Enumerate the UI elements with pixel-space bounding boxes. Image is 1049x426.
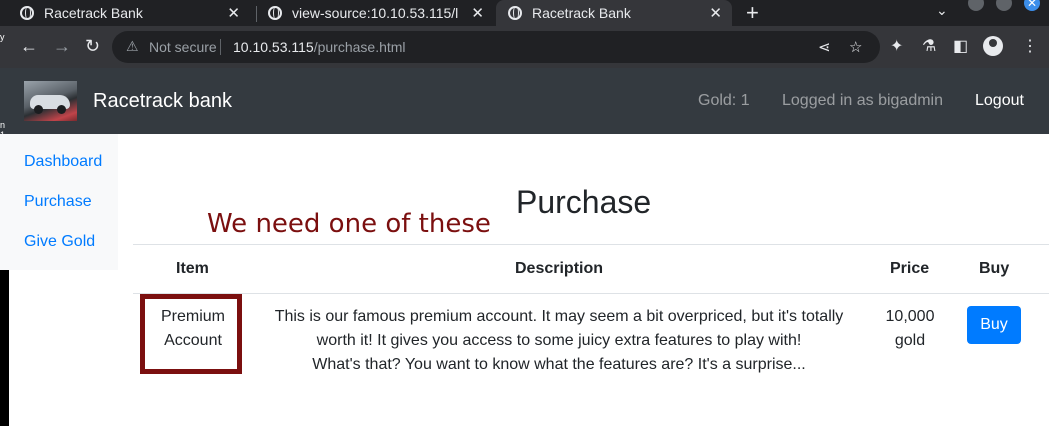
new-tab-button[interactable]: + [746, 0, 759, 26]
browser-tab-strip: Racetrack Bank ✕ view-source:10.10.53.11… [0, 0, 1049, 26]
forward-arrow-icon[interactable]: → [53, 36, 71, 57]
sidebar-item-give-gold[interactable]: Give Gold [24, 233, 95, 251]
buy-button[interactable]: Buy [967, 306, 1021, 344]
more-menu-icon[interactable]: ⋮ [1022, 36, 1038, 56]
warning-icon[interactable]: ⚠ [126, 38, 139, 55]
close-icon[interactable]: ✕ [709, 4, 722, 22]
wheel [57, 105, 66, 114]
tab-separator [256, 6, 257, 22]
close-icon[interactable]: ✕ [471, 4, 484, 22]
racecar-logo[interactable] [24, 81, 77, 121]
close-window-button[interactable]: ✕ [1024, 0, 1040, 11]
price-unit: gold [894, 332, 926, 349]
table-top-border [133, 244, 1049, 245]
sidebar-item-dashboard[interactable]: Dashboard [24, 153, 102, 171]
logout-link[interactable]: Logout [975, 92, 1024, 110]
chevron-down-icon[interactable]: ⌄ [936, 2, 948, 19]
column-header-item: Item [176, 260, 209, 277]
minimize-button[interactable] [968, 0, 984, 11]
description-line: This is our famous premium account. It m… [274, 308, 844, 325]
description-line: worth it! It gives you access to some ju… [316, 332, 802, 349]
labs-flask-icon[interactable]: ⚗ [922, 36, 936, 56]
wheel [34, 105, 43, 114]
star-icon[interactable]: ☆ [849, 38, 862, 56]
tab-title: view-source:10.10.53.115/l [292, 5, 459, 21]
annotation-text: We need one of these [207, 209, 491, 239]
address-bar[interactable]: ⚠ Not secure 10.10.53.115/purchase.html … [112, 31, 880, 63]
column-header-buy: Buy [979, 260, 1010, 277]
maximize-button[interactable] [996, 0, 1012, 11]
description-cell: This is our famous premium account. It m… [254, 305, 864, 377]
column-header-description: Description [515, 260, 604, 277]
site-navbar: Racetrack bank Gold: 1 Logged in as biga… [0, 68, 1049, 134]
globe-icon [268, 6, 282, 20]
globe-icon [508, 6, 522, 20]
browser-tab[interactable]: view-source:10.10.53.115/l ✕ [268, 0, 494, 26]
reload-icon[interactable]: ↻ [85, 36, 100, 57]
divider [220, 39, 221, 55]
column-header-price: Price [890, 260, 930, 277]
tab-title: Racetrack Bank [44, 5, 143, 21]
security-label[interactable]: Not secure [149, 39, 217, 55]
browser-tab[interactable]: Racetrack Bank ✕ [20, 0, 250, 26]
close-icon[interactable]: ✕ [227, 4, 240, 22]
profile-avatar-icon[interactable] [983, 36, 1003, 56]
sidebar: Dashboard Purchase Give Gold [0, 134, 118, 270]
logged-in-user: Logged in as bigadmin [782, 92, 944, 109]
annotation-highlight-box [140, 294, 242, 374]
sidebar-item-purchase[interactable]: Purchase [24, 193, 92, 211]
brand-link[interactable]: Racetrack bank [93, 90, 232, 113]
description-line: What's that? You want to know what the f… [312, 356, 806, 373]
browser-tab-active[interactable]: Racetrack Bank ✕ [496, 0, 732, 26]
table-header-border [133, 293, 1049, 294]
globe-icon [20, 6, 34, 20]
tab-title: Racetrack Bank [532, 5, 631, 21]
page-title: Purchase [516, 184, 652, 220]
url-path: /purchase.html [313, 39, 406, 55]
gold-balance: Gold: 1 [698, 92, 750, 109]
browser-toolbar: ← → ↻ ⚠ Not secure 10.10.53.115/purchase… [0, 26, 1049, 68]
share-icon[interactable]: ⋖ [818, 38, 831, 56]
side-panel-icon[interactable]: ◧ [953, 36, 968, 56]
price-cell: 10,000 gold [870, 305, 950, 353]
url-text[interactable]: 10.10.53.115/purchase.html [233, 39, 406, 55]
price-value: 10,000 [885, 308, 935, 325]
url-host: 10.10.53.115 [233, 39, 314, 55]
back-arrow-icon[interactable]: ← [20, 36, 38, 57]
extensions-icon[interactable]: ✦ [890, 36, 903, 56]
